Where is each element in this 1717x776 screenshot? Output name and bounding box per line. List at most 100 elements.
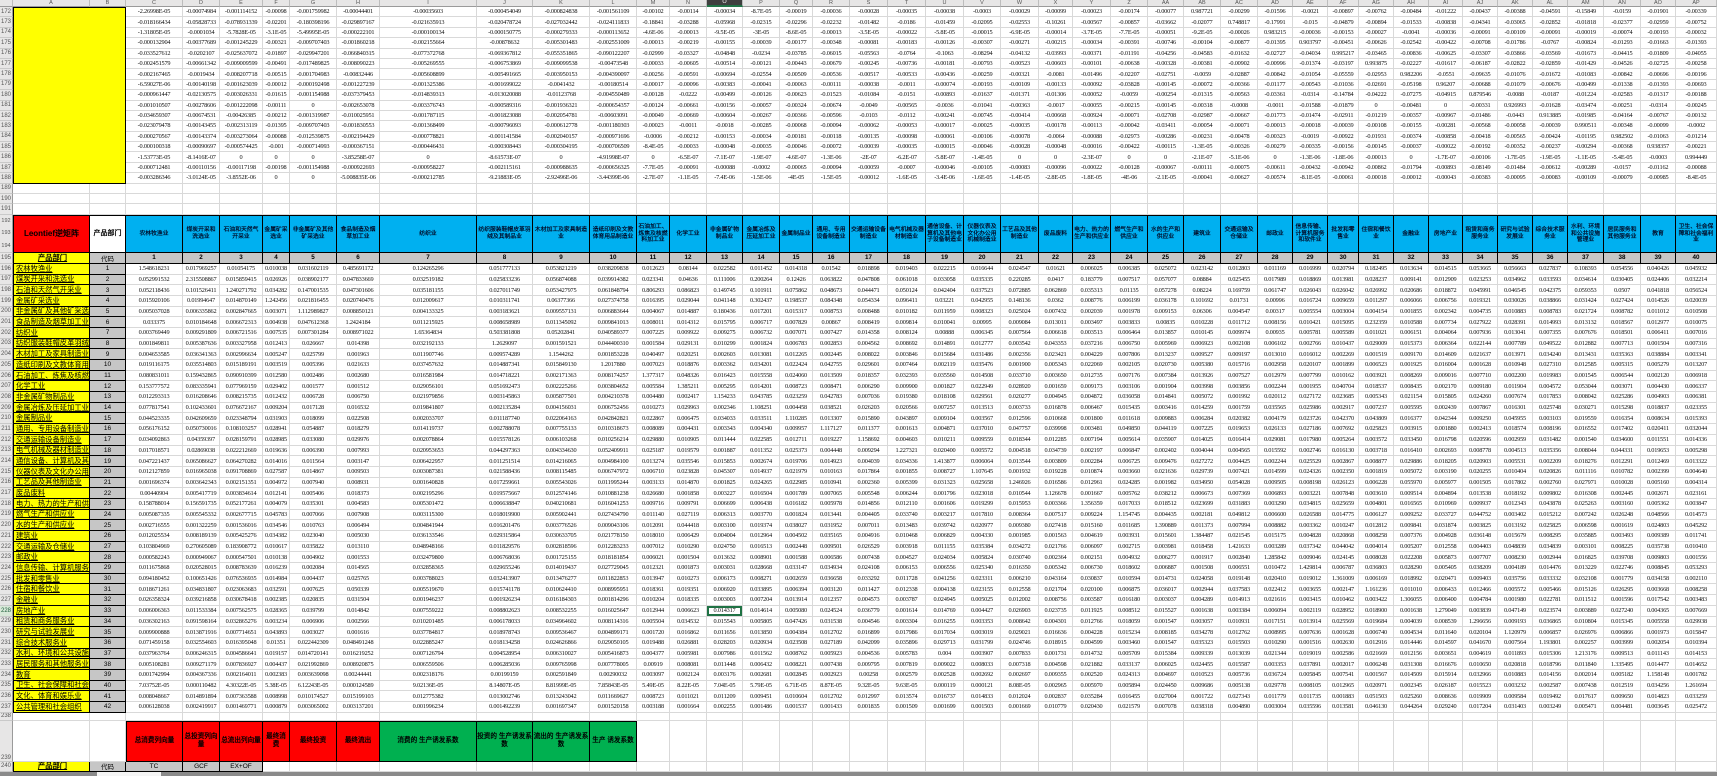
cell[interactable]: 0.007936 [1463,328,1498,339]
cell[interactable]: 0.034950 [1184,478,1221,489]
cell[interactable]: 0.006699 [707,499,743,510]
cell[interactable]: 0.003889 [1568,606,1604,617]
cell[interactable]: -0.000304195 [533,142,590,152]
cell[interactable]: 0.023063683 [220,584,263,595]
cell[interactable]: 0.008044 [1568,446,1604,457]
cell[interactable]: 0.019684 [1359,617,1394,628]
row-label-sector-20[interactable]: 仪器仪表及文化办公用机械制造业 [13,467,90,478]
row-numbers-192-194[interactable]: 192193194 [0,215,13,253]
cell[interactable]: 0.010883 [1498,670,1533,681]
cell[interactable]: -0.0036 [926,101,964,111]
cell[interactable]: 0.025472 [1676,702,1717,713]
cell[interactable]: 0.018010 [637,531,670,542]
cell[interactable]: -0.00063 [780,80,813,90]
cell[interactable]: 0.023348794 [220,413,263,424]
cell[interactable]: 0.041818 [1641,285,1676,296]
cell[interactable]: 0.030837 [1073,574,1111,585]
cell[interactable]: 0.031424 [1568,296,1604,307]
cell[interactable]: -0.013020088 [477,90,533,100]
cell[interactable]: 0.015853 [707,456,743,467]
cell[interactable] [1073,204,1111,214]
cell[interactable]: 0.005080 [780,606,813,617]
cell[interactable]: -0.0049 [850,101,888,111]
row-number-226[interactable]: 226 [0,584,13,595]
cell[interactable]: 0.008081 [670,659,707,670]
cell[interactable]: 1.154233 [707,392,743,403]
row-label-sector-40[interactable]: 卫生、社会保障和社会福利业 [13,681,90,692]
cell[interactable]: 0.044523335 [126,413,183,424]
cell[interactable] [1394,762,1429,772]
cell[interactable]: 0.004039 [850,456,888,467]
cell[interactable]: 0.001503 [964,702,1001,713]
cell[interactable]: -0.001 [263,142,290,152]
cell[interactable]: -0.002040157 [533,132,590,142]
cell[interactable]: 0.003856 [1221,381,1258,392]
cell[interactable]: -0.00858 [1429,132,1463,142]
cell[interactable]: 5.49E-05 [637,681,670,692]
cell[interactable]: -0.01985 [1568,111,1604,121]
row-number-173[interactable]: 173 [0,17,13,27]
cell[interactable]: 0.001545 [1568,371,1604,382]
row-label-sector-8[interactable]: 纺织服装鞋帽皮革羽绒及其制品业 [13,339,90,350]
cell[interactable]: 0.00935 [1258,328,1293,339]
cell[interactable]: 0.002269 [1328,349,1359,360]
cell[interactable] [183,184,220,194]
cell[interactable]: 0.008105 [1293,681,1328,692]
cell[interactable]: 0.034532 [670,617,707,628]
cell[interactable]: 0.014216065 [533,456,590,467]
cell[interactable]: -0.00092 [1073,80,1111,90]
cell[interactable]: 0.047149 [1498,606,1533,617]
cell[interactable]: 0.015805 [1429,392,1463,403]
cell[interactable]: -0.00893 [1429,163,1463,173]
cell[interactable]: 0.010318673 [590,424,637,435]
cell[interactable]: -0.00096 [670,80,707,90]
cell[interactable]: 0.035738 [1641,542,1676,553]
row-number-190[interactable]: 190 [0,194,13,204]
cell[interactable]: 0.014259 [1184,403,1221,414]
cell[interactable]: -0.00307 [964,38,1001,48]
cell[interactable]: 0.009193 [1498,617,1533,628]
cell[interactable]: -0.02583 [1604,90,1641,100]
cell[interactable]: 0.111006 [707,275,743,286]
cell[interactable]: 0.018059 [1111,617,1148,628]
column-letter-O[interactable]: O [707,0,743,7]
cell[interactable]: 0.011712 [1221,317,1258,328]
cell[interactable]: 0.015503 [1221,638,1258,649]
cell[interactable]: 0.003097 [637,670,670,681]
cell[interactable]: 0.018978743 [477,627,533,638]
cell[interactable]: 0.003567 [964,413,1001,424]
row-number-179[interactable]: 179 [0,80,13,90]
cell[interactable]: 0.013513 [964,403,1001,414]
cell[interactable]: -0.00012 [1394,173,1429,183]
cell[interactable]: 0.001638 [1184,606,1221,617]
cell[interactable] [13,204,90,214]
cell[interactable]: 0.004435 [1148,510,1184,521]
column-header-sector-21[interactable]: 工艺品及其他制造业 [1001,215,1039,253]
cell[interactable]: 0.047757 [1001,424,1039,435]
cell[interactable]: -0.0007 [888,163,926,173]
cell[interactable]: 0.001505 [1463,478,1498,489]
row-label-sector-29[interactable]: 信息传输、计算机服务和软件业 [13,563,90,574]
cell[interactable] [380,184,477,194]
cell[interactable]: -0.0002 [1676,121,1717,131]
cell[interactable]: 0.015298 [1604,403,1641,414]
row-number-199[interactable]: 199 [0,296,13,307]
cell[interactable]: 0.001720 [637,627,670,638]
cell[interactable]: -0.00071 [1221,121,1258,131]
cell[interactable]: 0.003907 [964,649,1001,660]
cell[interactable]: 0.003327958 [220,339,263,350]
cell[interactable]: -1.3E-05 [1184,142,1221,152]
cell[interactable]: 0.232359 [1359,317,1394,328]
cell[interactable]: 0.076536935 [220,574,263,585]
cell[interactable]: 0.004425 [1221,456,1258,467]
cell[interactable]: -0.00331 [1463,101,1498,111]
cell[interactable]: 0.053427975 [533,285,590,296]
cell[interactable]: 0.012413 [263,339,290,350]
cell[interactable]: 0.024265 [743,478,780,489]
cell[interactable] [707,762,743,772]
cell[interactable] [1148,194,1184,204]
cell[interactable]: 0.033593 [1533,275,1568,286]
cell[interactable]: -0.03197 [1328,59,1359,69]
cell[interactable]: 0.021636 [1148,467,1184,478]
cell[interactable]: 0.026248 [1604,510,1641,521]
